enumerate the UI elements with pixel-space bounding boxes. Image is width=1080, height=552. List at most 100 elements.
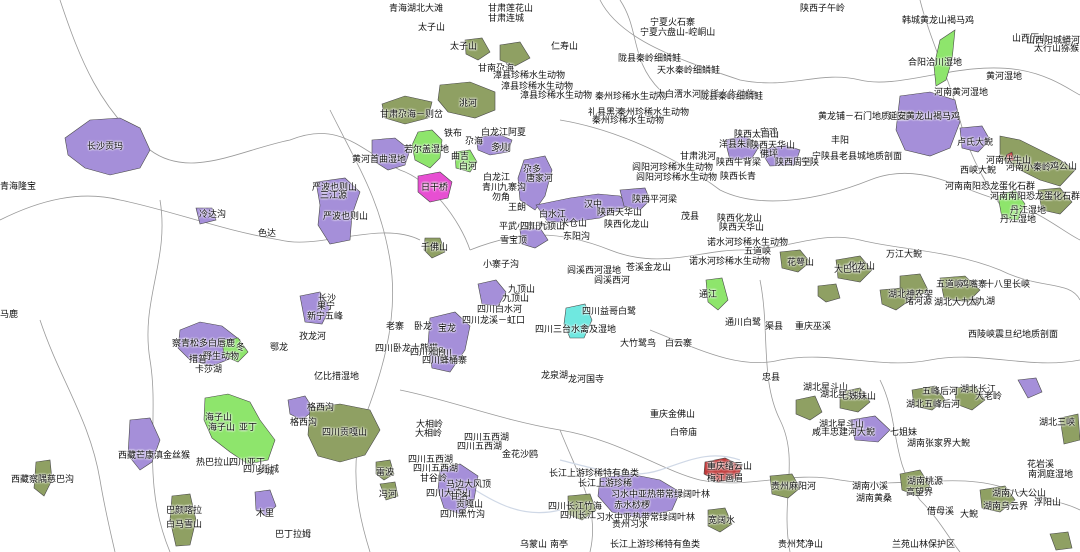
place-label: 五道峡 xyxy=(744,247,772,257)
place-label: 龙泉湖 xyxy=(541,371,569,381)
place-label: 通川白鹭 xyxy=(725,318,762,328)
place-label: 宽阔水 xyxy=(708,516,736,526)
place-label: 马边大风顶 xyxy=(446,480,492,490)
place-label: 东阳沟 xyxy=(563,232,591,242)
place-label: 陕西平河梁 xyxy=(632,195,678,205)
place-label: 陇县秦岭细鳞鲑 xyxy=(618,54,682,64)
place-label: 若尔盖湿地 xyxy=(404,145,450,155)
place-label: 白马雪山 xyxy=(166,520,203,530)
place-label: 河南南阳恐龙蛋化石群 xyxy=(945,182,1036,192)
area-xiling xyxy=(1017,377,1043,399)
place-label: 四川五西湖 xyxy=(457,442,503,452)
place-label: 甘谷岭 xyxy=(420,474,448,484)
protected-areas-map[interactable]: 青海湖北大滩 甘肃莲花山 太子山 甘肃连城 宁夏火石寨 宁夏六盘山-崆峒山 陕西子午岭 韩城黄… xyxy=(0,0,1080,552)
place-label: 甘肃连城 xyxy=(488,14,525,24)
place-label: 长江上游珍稀特有鱼类 xyxy=(549,469,640,479)
place-label: 河南南阳恐龙蛋化石群 xyxy=(989,192,1080,202)
place-label: 龙河国寺 xyxy=(568,375,605,385)
place-label: 青海隆宝 xyxy=(0,182,37,192)
place-label: 湖南乌云界 xyxy=(983,502,1029,512)
area-huanglong xyxy=(895,91,961,157)
place-label: 格西沟 xyxy=(290,418,318,428)
place-label: 河南伏牛山 xyxy=(986,156,1032,166)
place-label: 大相岭 xyxy=(415,429,443,439)
place-label: 日干桥 xyxy=(421,183,449,193)
place-label: 唐家河 xyxy=(526,174,554,184)
place-label: 鄂龙 xyxy=(270,343,289,353)
place-label: 湖南小溪 xyxy=(852,482,889,492)
place-label: 三江源 xyxy=(320,191,348,201)
place-label: 冷达沟 xyxy=(199,210,227,220)
place-label: 多儿 xyxy=(491,143,510,153)
place-label: 四川长江 xyxy=(560,511,597,521)
place-label: 巴丁拉姆 xyxy=(275,530,312,540)
place-label: 四川五西湖 xyxy=(413,464,459,474)
place-label: 西藏察隅慈巴沟 xyxy=(11,475,75,485)
place-label: 乡城 xyxy=(256,467,275,477)
place-label: 贡嘎山 xyxy=(456,500,484,510)
place-label: 习水中亚热带常绿阔叶林 xyxy=(611,490,711,500)
place-label: 孜龙河 xyxy=(299,332,327,342)
place-label: 尕海 xyxy=(465,137,484,147)
place-label: 茂县 xyxy=(681,212,700,222)
place-label: 浮阳山 xyxy=(1034,498,1062,508)
place-label: 千佛山 xyxy=(421,243,449,253)
place-label: 渠县 xyxy=(765,322,784,332)
place-label: 鸡公山 xyxy=(1050,162,1078,172)
place-label: 长沙贡玛 xyxy=(87,142,124,152)
place-label: 宁陕县老县城地质剖面 xyxy=(812,152,903,162)
place-label: 十八里长峡 xyxy=(985,280,1031,290)
place-label: 大竹鹭鸟 xyxy=(620,339,657,349)
place-label: 湖南桃源 xyxy=(907,477,944,487)
place-label: 四川黑竹沟 xyxy=(440,510,486,520)
place-label: 色达 xyxy=(258,229,277,239)
place-label: 大九湖 xyxy=(968,297,996,307)
place-label: 陕西天华山 xyxy=(597,208,643,218)
place-label: 海子山 xyxy=(205,413,233,423)
place-label: 野生动物 xyxy=(203,352,240,362)
place-label: 重庆缙云山 xyxy=(707,462,753,472)
place-label: 白云寨 xyxy=(665,339,693,349)
place-label: 丹江湿地 xyxy=(1000,215,1037,225)
place-label: 延安黄龙山褐马鸡 xyxy=(888,112,961,122)
place-label: 卧龙 xyxy=(414,322,433,332)
place-label: 仁寿山 xyxy=(551,42,579,52)
place-label: 陕西长青 xyxy=(720,172,757,182)
place-label: 陕西太白山 xyxy=(734,130,780,140)
place-label: 七姊妹山 xyxy=(840,392,877,402)
place-label: 咸丰忠建河大鲵 xyxy=(812,428,876,438)
place-label: 宁夏火石寨 xyxy=(650,18,696,28)
place-label: 天水秦岭细鳞鲑 xyxy=(657,66,721,76)
place-label: 通江 xyxy=(699,290,718,300)
place-label: 秦州珍稀水生动物 xyxy=(592,116,665,126)
place-label: 五道峡 xyxy=(936,280,964,290)
place-label: 白河 xyxy=(459,162,478,172)
place-label: 四川蜂桶寨 xyxy=(422,356,468,366)
place-label: 马鹿 xyxy=(0,310,19,320)
place-label: 四川贡嘎山 xyxy=(322,428,368,438)
place-label: 勿角 xyxy=(492,193,511,203)
place-label: 四川龙溪－虹口 xyxy=(462,316,526,326)
place-label: 巴颜喀拉 xyxy=(166,506,203,516)
place-label: 万江大鲵 xyxy=(886,250,923,260)
place-label: 梅江画眉 xyxy=(707,474,744,484)
place-label: 严波也则山 xyxy=(323,212,369,222)
place-label: 卡莎湖 xyxy=(195,365,223,375)
place-label: 四川益哥白鹭 xyxy=(582,307,637,317)
place-label: 九顶山 xyxy=(502,294,530,304)
place-label: 白龙江阿夏 xyxy=(481,128,527,138)
place-label: 宝龙 xyxy=(438,324,457,334)
place-label: 借母溪 xyxy=(927,507,955,517)
place-label: 赤水桫椤 xyxy=(614,501,651,511)
place-label: 湖北三峡 xyxy=(1039,418,1076,428)
place-label: 黄河首曲湿地 xyxy=(352,155,407,165)
place-label: 陇县秦岭细鳞鲑 xyxy=(700,92,764,102)
place-label: 堵河源 xyxy=(905,297,933,307)
place-label: 兰苑山林保护区 xyxy=(892,540,956,550)
place-label: 格西沟 xyxy=(307,403,335,413)
place-label: 宁夏六盘山-崆峒山 xyxy=(640,28,716,38)
place-label: 陕西化龙山 xyxy=(604,220,650,230)
place-label: 闾溪西河湿地 xyxy=(567,266,622,276)
place-label: 曲吉 xyxy=(451,152,470,162)
place-label: 白帝庙 xyxy=(670,428,698,438)
